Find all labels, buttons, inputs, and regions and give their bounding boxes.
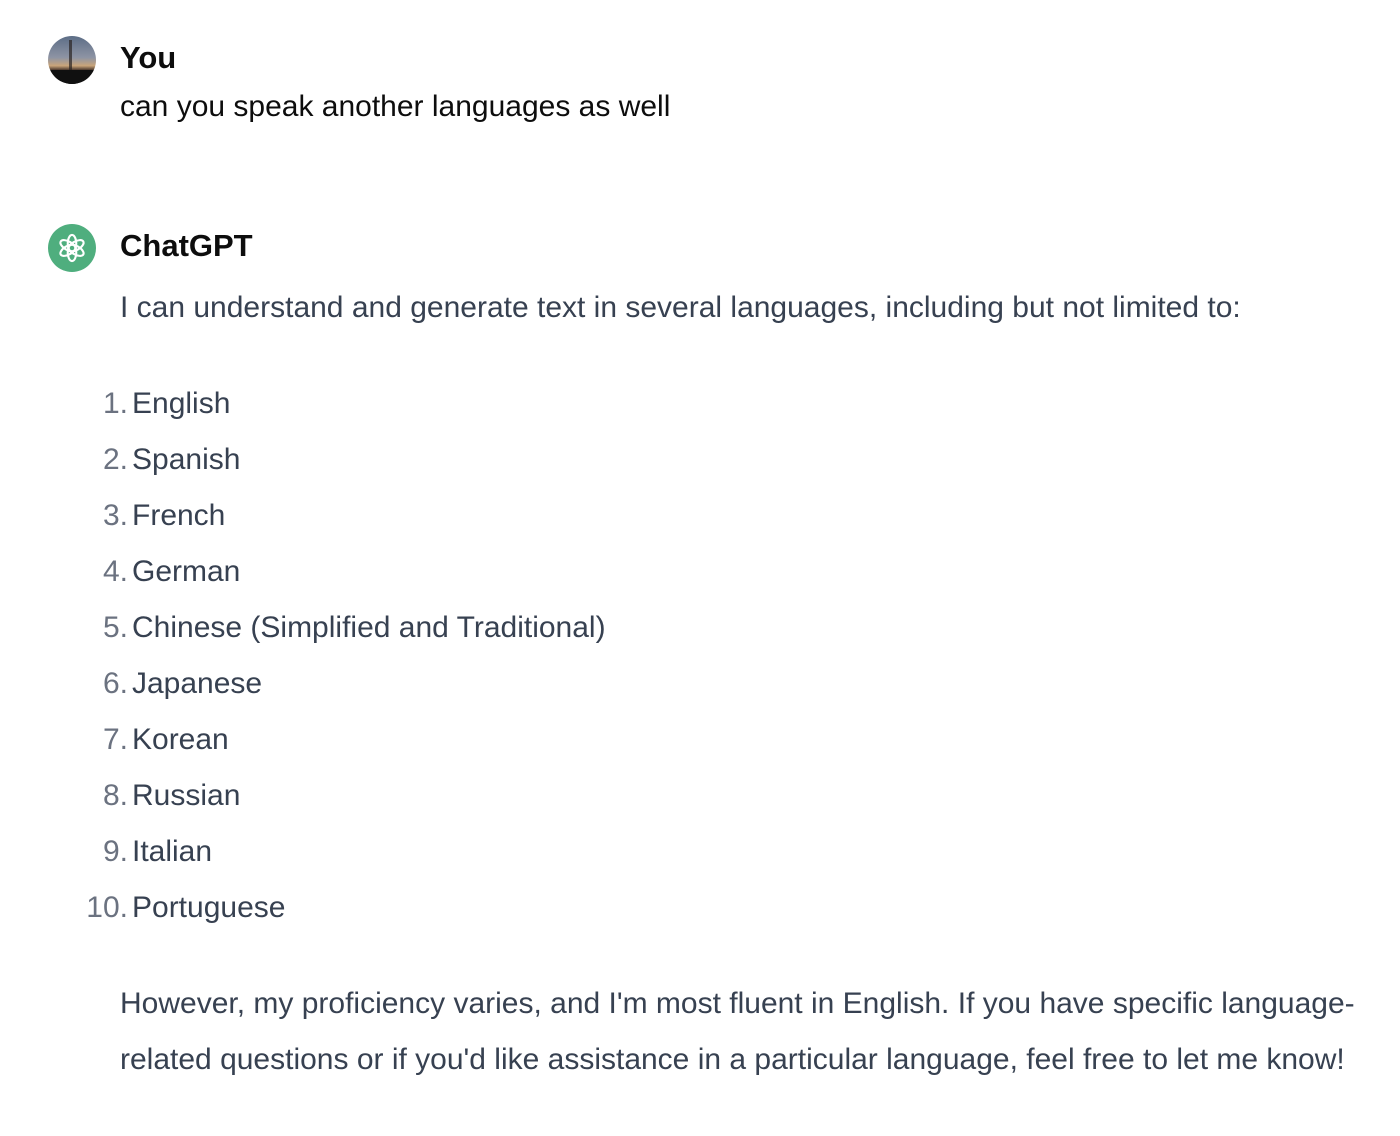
list-item: 10. Portuguese [86,880,1360,936]
list-item: 8. Russian [103,768,1360,824]
list-number: 4. [102,555,128,588]
list-number: 2. [102,443,128,476]
user-avatar [48,36,96,84]
language-name: Korean [132,723,229,756]
language-name: French [132,499,226,532]
assistant-outro-text: However, my proficiency varies, and I'm … [120,987,1355,1076]
chat-page: You can you speak another languages as w… [0,0,1400,1136]
avatar-photo-pole [69,40,72,70]
assistant-message-body: I can understand and generate text in se… [86,280,1360,1088]
list-item: 5. Chinese (Simplified and Traditional) [103,600,1360,656]
list-item: 3. French [103,488,1360,544]
openai-logo-icon [48,224,96,272]
user-message-text: can you speak another languages as well [120,90,671,123]
list-number: 6. [102,667,128,700]
language-name: Portuguese [132,891,286,924]
language-name: Russian [132,779,241,812]
list-item: 7. Korean [103,712,1360,768]
avatar-photo-ground [48,70,96,84]
language-name: Chinese (Simplified and Traditional) [132,611,606,644]
user-author-name: You [120,40,177,75]
language-name: Spanish [132,443,241,476]
assistant-intro-text: I can understand and generate text in se… [120,291,1241,324]
language-name: German [132,555,241,588]
list-item: 4. German [103,544,1360,600]
list-item: 2. Spanish [103,432,1360,488]
language-list: 1. English 2. Spanish 3. French 4. German 5.… [86,376,1360,936]
language-name: English [132,387,231,420]
list-number: 7. [102,723,128,756]
list-item: 1. English [103,376,1360,432]
language-name: Italian [132,835,213,868]
list-number: 5. [102,611,128,644]
list-item: 9. Italian [103,824,1360,880]
language-name: Japanese [132,667,263,700]
list-number: 9. [102,835,128,868]
list-number: 3. [102,499,128,532]
list-item: 6. Japanese [103,656,1360,712]
assistant-author-name: ChatGPT [120,228,253,263]
list-number: 1. [102,387,128,420]
list-number: 8. [102,779,128,812]
list-number: 10. [86,891,128,924]
